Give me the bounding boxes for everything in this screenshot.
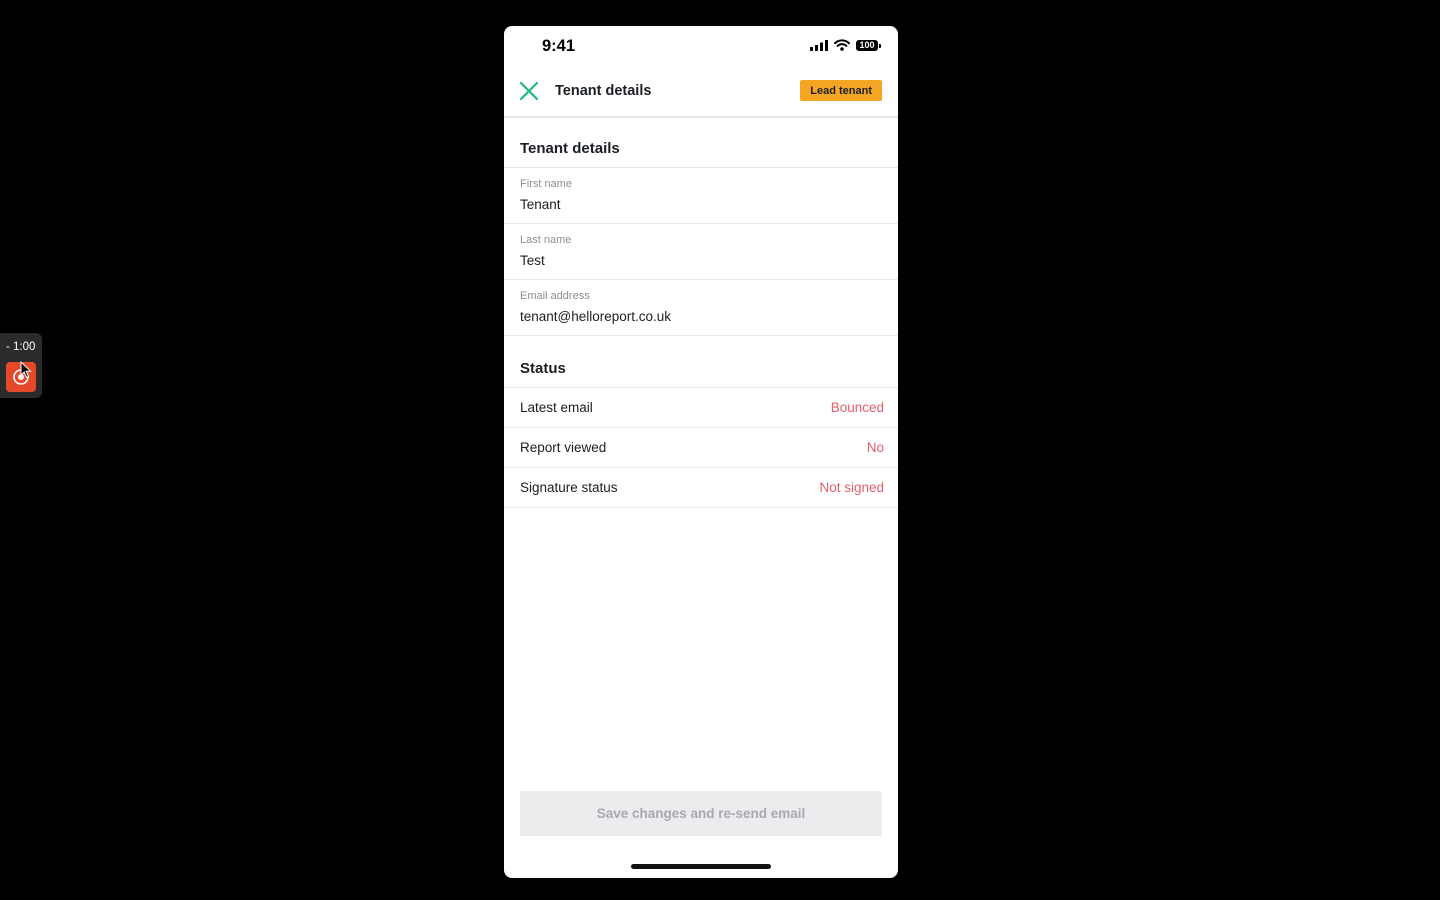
field-label: Last name — [520, 234, 572, 246]
status-label: Report viewed — [520, 440, 607, 455]
status-icons: 100 — [810, 39, 881, 51]
last-name-input[interactable] — [520, 253, 880, 268]
status-row-latest-email: Latest email Bounced — [504, 388, 898, 428]
status-label: Signature status — [520, 480, 618, 495]
status-section-header: Status — [504, 338, 898, 388]
email-input[interactable] — [520, 309, 880, 324]
first-name-input[interactable] — [520, 197, 880, 212]
navigation-bar: Tenant details Lead tenant — [504, 70, 898, 118]
battery-level: 100 — [859, 40, 875, 50]
status-value: No — [866, 440, 884, 455]
ios-status-bar: 9:41 100 — [504, 26, 898, 70]
wifi-icon — [834, 39, 850, 51]
home-indicator — [631, 864, 771, 869]
battery-indicator: 100 — [856, 39, 881, 51]
lead-tenant-badge: Lead tenant — [800, 80, 882, 101]
close-icon[interactable] — [518, 80, 540, 102]
status-value: Bounced — [830, 400, 884, 415]
badge-label: Lead tenant — [810, 84, 872, 97]
field-label: Email address — [520, 290, 590, 302]
signal-icon — [810, 39, 828, 51]
field-label: First name — [520, 178, 572, 190]
tenant-details-section-header: Tenant details — [504, 118, 898, 168]
first-name-field[interactable]: First name — [504, 168, 898, 224]
recording-time: - 1:00 — [6, 341, 36, 353]
mouse-cursor-icon — [20, 361, 32, 379]
email-address-field[interactable]: Email address — [504, 280, 898, 336]
status-time: 9:41 — [542, 37, 576, 55]
phone-screen: 9:41 100 Tenant details Lead tenant Tena… — [504, 26, 898, 878]
status-row-signature-status: Signature status Not signed — [504, 468, 898, 508]
last-name-field[interactable]: Last name — [504, 224, 898, 280]
section-title: Status — [520, 360, 566, 377]
status-row-report-viewed: Report viewed No — [504, 428, 898, 468]
status-value: Not signed — [819, 480, 884, 495]
status-label: Latest email — [520, 400, 593, 415]
save-and-resend-button[interactable]: Save changes and re-send email — [520, 791, 882, 836]
section-title: Tenant details — [520, 140, 620, 157]
page-title: Tenant details — [555, 83, 652, 99]
